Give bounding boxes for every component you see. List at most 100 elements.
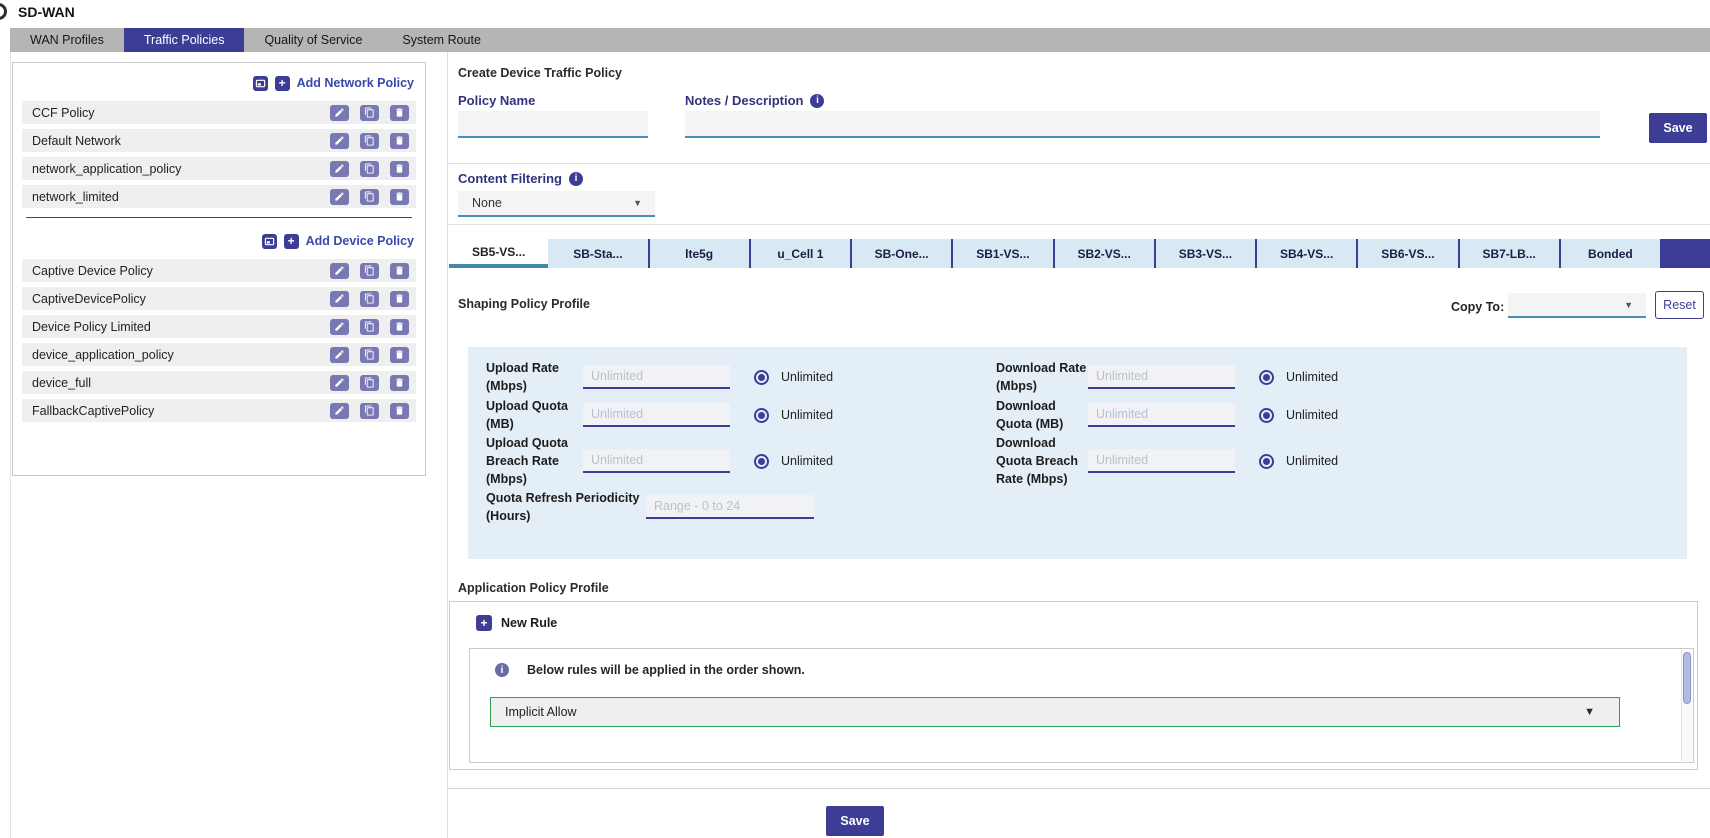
add-device-plus-button[interactable]: + xyxy=(284,234,299,249)
upload-rate-input[interactable] xyxy=(583,365,730,389)
copy-icon[interactable] xyxy=(360,291,379,307)
new-rule-button[interactable]: + New Rule xyxy=(476,615,557,631)
wan-tab-lte5g[interactable]: lte5g xyxy=(650,239,751,268)
device-policy-row[interactable]: Device Policy Limited xyxy=(22,315,416,338)
tab-wan-profiles[interactable]: WAN Profiles xyxy=(10,28,124,52)
edit-icon[interactable] xyxy=(330,189,349,205)
wan-tab-sb1[interactable]: SB1-VS... xyxy=(953,239,1054,268)
wan-tab-sb3[interactable]: SB3-VS... xyxy=(1156,239,1257,268)
edit-icon[interactable] xyxy=(330,291,349,307)
wan-tab-sbone[interactable]: SB-One... xyxy=(852,239,953,268)
download-quota-breach-unlimited-option[interactable]: Unlimited xyxy=(1259,454,1338,469)
new-rule-plus-button[interactable]: + xyxy=(476,615,492,631)
import-network-policy-button[interactable] xyxy=(253,76,268,91)
radio-selected-icon[interactable] xyxy=(1259,408,1274,423)
edit-icon[interactable] xyxy=(330,161,349,177)
edit-icon[interactable] xyxy=(330,105,349,121)
edit-icon[interactable] xyxy=(330,133,349,149)
delete-icon[interactable] xyxy=(390,263,409,279)
wan-tab-bonded[interactable]: Bonded xyxy=(1561,239,1662,268)
edit-icon[interactable] xyxy=(330,347,349,363)
wan-tab-ucell1[interactable]: u_Cell 1 xyxy=(751,239,852,268)
copy-icon[interactable] xyxy=(360,347,379,363)
new-rule-label[interactable]: New Rule xyxy=(501,616,557,630)
copy-icon[interactable] xyxy=(360,375,379,391)
device-policy-row[interactable]: CaptiveDevicePolicy xyxy=(22,287,416,310)
download-quota-unlimited-option[interactable]: Unlimited xyxy=(1259,408,1338,423)
quota-refresh-input[interactable] xyxy=(646,495,814,519)
add-network-plus-button[interactable]: + xyxy=(275,76,290,91)
wan-tab-sb6[interactable]: SB6-VS... xyxy=(1358,239,1459,268)
download-quota-breach-input[interactable] xyxy=(1088,449,1235,473)
upload-quota-unlimited-option[interactable]: Unlimited xyxy=(754,408,833,423)
edit-icon[interactable] xyxy=(330,375,349,391)
delete-icon[interactable] xyxy=(390,133,409,149)
delete-icon[interactable] xyxy=(390,347,409,363)
delete-icon[interactable] xyxy=(390,319,409,335)
delete-icon[interactable] xyxy=(390,105,409,121)
tab-system-route[interactable]: System Route xyxy=(382,28,501,52)
device-policy-row[interactable]: device_full xyxy=(22,371,416,394)
network-policy-row[interactable]: Default Network xyxy=(22,129,416,152)
add-device-policy[interactable]: + Add Device Policy xyxy=(22,231,414,251)
device-policy-row[interactable]: Captive Device Policy xyxy=(22,259,416,282)
delete-icon[interactable] xyxy=(390,161,409,177)
network-policy-row[interactable]: CCF Policy xyxy=(22,101,416,124)
info-icon[interactable]: i xyxy=(810,94,824,108)
policy-name-label: Policy Name xyxy=(458,93,535,108)
network-policy-row[interactable]: network_limited xyxy=(22,185,416,208)
policy-name-input[interactable] xyxy=(458,111,648,138)
wan-tab-overflow-button[interactable] xyxy=(1662,239,1710,268)
delete-icon[interactable] xyxy=(390,403,409,419)
wan-tab-sbsta[interactable]: SB-Sta... xyxy=(548,239,649,268)
reset-button[interactable]: Reset xyxy=(1655,291,1704,319)
info-icon[interactable]: i xyxy=(569,172,583,186)
copy-icon[interactable] xyxy=(360,403,379,419)
add-network-policy[interactable]: + Add Network Policy xyxy=(22,73,414,93)
add-device-policy-label[interactable]: Add Device Policy xyxy=(306,234,414,248)
download-quota-input[interactable] xyxy=(1088,403,1235,427)
radio-selected-icon[interactable] xyxy=(754,370,769,385)
copy-icon[interactable] xyxy=(360,161,379,177)
tab-traffic-policies[interactable]: Traffic Policies xyxy=(124,28,245,52)
upload-quota-breach-unlimited-option[interactable]: Unlimited xyxy=(754,454,833,469)
tab-quality-of-service[interactable]: Quality of Service xyxy=(244,28,382,52)
notes-input[interactable] xyxy=(685,111,1600,138)
radio-selected-icon[interactable] xyxy=(754,408,769,423)
radio-selected-icon[interactable] xyxy=(754,454,769,469)
copy-icon[interactable] xyxy=(360,133,379,149)
save-button-top[interactable]: Save xyxy=(1649,113,1707,143)
delete-icon[interactable] xyxy=(390,291,409,307)
device-policy-row[interactable]: device_application_policy xyxy=(22,343,416,366)
add-network-policy-label[interactable]: Add Network Policy xyxy=(297,76,414,90)
edit-icon[interactable] xyxy=(330,263,349,279)
content-filtering-select[interactable]: None ▼ xyxy=(458,191,655,217)
wan-tab-sb2[interactable]: SB2-VS... xyxy=(1055,239,1156,268)
network-policy-row[interactable]: network_application_policy xyxy=(22,157,416,180)
import-device-policy-button[interactable] xyxy=(262,234,277,249)
wan-tab-sb4[interactable]: SB4-VS... xyxy=(1257,239,1358,268)
copy-icon[interactable] xyxy=(360,319,379,335)
save-button-bottom[interactable]: Save xyxy=(826,806,884,836)
upload-quota-input[interactable] xyxy=(583,403,730,427)
delete-icon[interactable] xyxy=(390,189,409,205)
download-rate-unlimited-option[interactable]: Unlimited xyxy=(1259,370,1338,385)
scrollbar-thumb[interactable] xyxy=(1683,652,1691,704)
radio-selected-icon[interactable] xyxy=(1259,370,1274,385)
delete-icon[interactable] xyxy=(390,375,409,391)
wan-tab-sb7[interactable]: SB7-LB... xyxy=(1460,239,1561,268)
edit-icon[interactable] xyxy=(330,403,349,419)
rules-scrollbar[interactable] xyxy=(1681,650,1692,761)
download-rate-input[interactable] xyxy=(1088,365,1235,389)
device-policy-row[interactable]: FallbackCaptivePolicy xyxy=(22,399,416,422)
copy-icon[interactable] xyxy=(360,263,379,279)
copy-icon[interactable] xyxy=(360,105,379,121)
radio-selected-icon[interactable] xyxy=(1259,454,1274,469)
implicit-allow-select[interactable]: Implicit Allow ▼ xyxy=(490,697,1620,727)
copy-icon[interactable] xyxy=(360,189,379,205)
upload-quota-breach-input[interactable] xyxy=(583,449,730,473)
copy-to-select[interactable]: ▼ xyxy=(1508,293,1646,318)
wan-tab-sb5[interactable]: SB5-VS... xyxy=(449,239,548,268)
edit-icon[interactable] xyxy=(330,319,349,335)
upload-rate-unlimited-option[interactable]: Unlimited xyxy=(754,370,833,385)
